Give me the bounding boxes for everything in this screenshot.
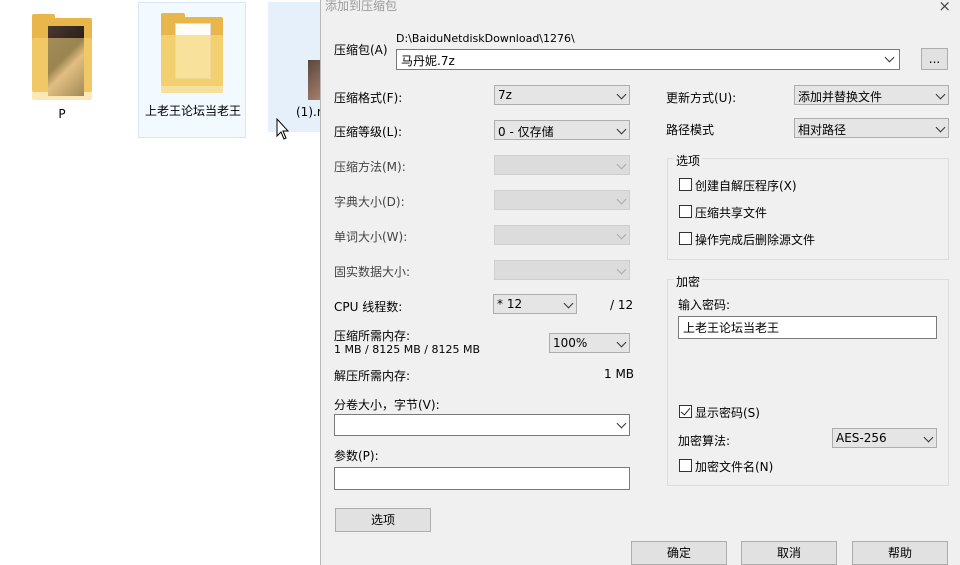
cpu-label: CPU 线程数: [334, 300, 403, 314]
desktop-item-label: P [58, 107, 66, 121]
password-label: 输入密码: [678, 298, 731, 312]
mem-comp-value: 1 MB / 8125 MB / 8125 MB [334, 343, 480, 356]
chevron-down-icon [616, 89, 627, 100]
add-to-archive-dialog: 添加到压缩包 × 压缩包(A) D:\BaiduNetdiskDownload\… [320, 0, 960, 565]
cpu-total: / 12 [610, 298, 634, 312]
desktop-item-p[interactable]: P [22, 10, 102, 130]
show-password-label: 显示密码(S) [695, 406, 760, 420]
algo-select[interactable]: AES-256 [832, 428, 937, 448]
folder-icon [161, 13, 223, 93]
params-label: 参数(P): [334, 449, 379, 463]
update-mode-select[interactable]: 添加并替换文件 [794, 85, 949, 105]
cancel-button[interactable]: 取消 [741, 541, 837, 565]
help-button[interactable]: 帮助 [852, 541, 948, 565]
cpu-threads-value: * 12 [497, 297, 523, 311]
algo-value: AES-256 [836, 431, 887, 445]
dialog-title: 添加到压缩包 [325, 0, 398, 13]
close-icon[interactable]: × [938, 0, 951, 14]
browse-button[interactable]: ... [921, 48, 948, 70]
dict-label: 字典大小(D): [334, 195, 405, 209]
method-label: 压缩方法(M): [334, 160, 406, 174]
update-mode-value: 添加并替换文件 [798, 90, 883, 104]
options-button[interactable]: 选项 [335, 508, 431, 532]
show-password-checkbox[interactable] [679, 405, 692, 418]
desktop-item-label: 上老王论坛当老王 [145, 104, 242, 118]
chevron-down-icon [616, 159, 627, 170]
format-label: 压缩格式(F): [334, 91, 403, 105]
desktop-item-archive[interactable]: (1).r [268, 2, 328, 132]
mem-comp-label: 压缩所需内存: [334, 329, 411, 343]
archive-path: D:\BaiduNetdiskDownload\1276\ [396, 32, 575, 45]
encrypt-names-checkbox[interactable] [679, 459, 692, 472]
mouse-cursor-icon [276, 118, 290, 140]
word-select [494, 225, 630, 245]
dialog-titlebar[interactable]: 添加到压缩包 × [321, 0, 960, 14]
split-label: 分卷大小，字节(V): [334, 398, 440, 412]
sfx-checkbox[interactable] [679, 178, 692, 191]
params-field[interactable] [334, 467, 630, 490]
ok-button[interactable]: 确定 [631, 541, 727, 565]
password-value: 上老王论坛当老王 [683, 321, 780, 335]
chevron-down-icon [616, 124, 627, 135]
encryption-group-title: 加密 [674, 273, 703, 290]
chevron-down-icon [563, 298, 574, 309]
password-field[interactable]: 上老王论坛当老王 [678, 316, 937, 339]
word-label: 单词大小(W): [334, 230, 408, 244]
level-label: 压缩等级(L): [334, 125, 403, 139]
path-mode-value: 相对路径 [798, 123, 847, 137]
mem-decomp-label: 解压所需内存: [334, 369, 411, 383]
shared-checkbox[interactable] [679, 205, 692, 218]
chevron-down-icon [616, 229, 627, 240]
chevron-down-icon [616, 418, 627, 429]
cpu-threads-select[interactable]: * 12 [493, 294, 577, 314]
options-group-title: 选项 [674, 152, 703, 169]
format-value: 7z [498, 88, 512, 102]
format-select[interactable]: 7z [494, 85, 630, 105]
mem-percent-select[interactable]: 100% [549, 333, 630, 353]
chevron-down-icon [935, 89, 946, 100]
level-select[interactable]: 0 - 仅存储 [494, 120, 630, 140]
desktop-item-folder[interactable]: 上老王论坛当老王 [138, 2, 246, 138]
shared-label: 压缩共享文件 [695, 206, 768, 220]
chevron-down-icon [616, 264, 627, 275]
chevron-down-icon [616, 337, 627, 348]
split-size-select[interactable] [334, 414, 630, 436]
encrypt-names-label: 加密文件名(N) [695, 460, 774, 474]
sfx-label: 创建自解压程序(X) [695, 179, 797, 193]
solid-select [494, 260, 630, 280]
archive-name-field[interactable]: 马丹妮.7z [396, 49, 900, 70]
algo-label: 加密算法: [678, 434, 731, 448]
update-label: 更新方式(U): [666, 91, 737, 105]
path-mode-select[interactable]: 相对路径 [794, 118, 949, 138]
chevron-down-icon [616, 194, 627, 205]
chevron-down-icon [923, 432, 934, 443]
delete-after-checkbox[interactable] [679, 232, 692, 245]
folder-icon [32, 14, 92, 100]
mem-percent-value: 100% [553, 336, 588, 350]
chevron-down-icon[interactable] [884, 52, 895, 63]
delete-after-label: 操作完成后删除源文件 [695, 233, 816, 247]
path-mode-label: 路径模式 [666, 123, 715, 137]
chevron-down-icon [935, 122, 946, 133]
archive-name-value: 马丹妮.7z [401, 54, 455, 68]
dict-select [494, 190, 630, 210]
level-value: 0 - 仅存储 [498, 125, 554, 139]
solid-label: 固实数据大小: [334, 265, 411, 279]
method-select [494, 155, 630, 175]
archive-label: 压缩包(A) [334, 43, 388, 57]
mem-decomp-value: 1 MB [604, 367, 635, 381]
